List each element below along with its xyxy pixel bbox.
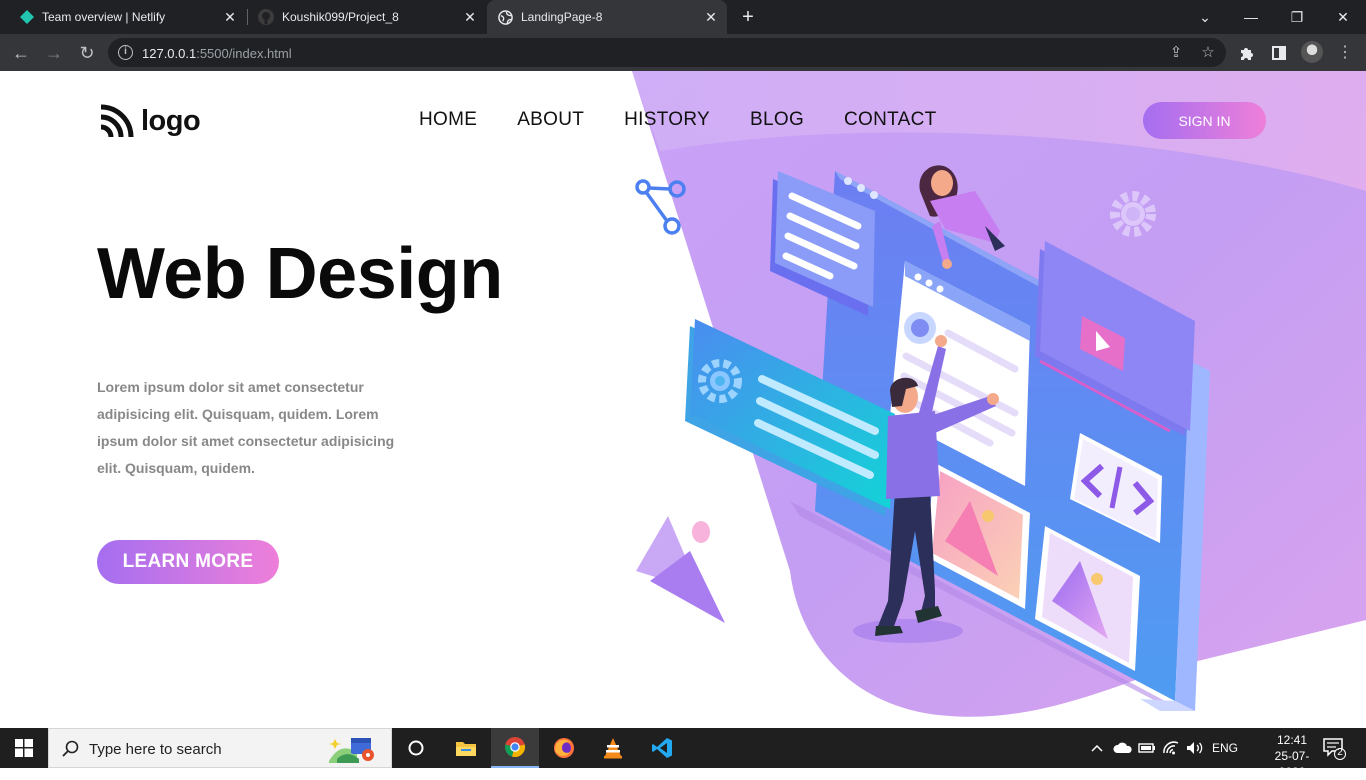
restore-button[interactable]: ❐ [1274, 0, 1320, 34]
back-arrow-icon[interactable]: ← [9, 41, 33, 65]
triangle-decor [636, 516, 725, 623]
input-language-indicator[interactable]: ENG [1212, 728, 1238, 768]
search-icon [62, 740, 79, 757]
task-view-icon[interactable] [392, 728, 440, 768]
tab-github[interactable]: Koushik099/Project_8 ✕ [248, 0, 486, 34]
globe-icon [498, 9, 513, 25]
side-panel-icon[interactable] [1268, 42, 1290, 64]
tab-title: LandingPage-8 [521, 10, 603, 24]
bookmark-star-icon[interactable]: ☆ [1199, 44, 1217, 62]
forward-arrow-icon[interactable]: → [42, 41, 66, 65]
close-icon[interactable]: ✕ [222, 9, 238, 25]
gear-decor [1110, 191, 1156, 237]
firefox-icon[interactable] [540, 728, 588, 768]
show-hidden-icons-chevron-icon[interactable] [1090, 728, 1104, 768]
action-center-button[interactable]: 2 [1322, 736, 1346, 760]
profile-avatar[interactable] [1301, 41, 1323, 63]
tab-title: Koushik099/Project_8 [282, 10, 399, 24]
chrome-icon[interactable] [491, 728, 539, 768]
search-placeholder: Type here to search [89, 741, 222, 758]
onedrive-cloud-icon[interactable] [1113, 728, 1133, 768]
url-text[interactable]: 127.0.0.1:5500/index.html [142, 46, 292, 61]
windows-logo-icon [15, 739, 33, 757]
clock-time: 12:41 [1276, 733, 1308, 747]
windows-start-button[interactable] [0, 728, 48, 768]
tab-title: Team overview | Netlify [42, 10, 166, 24]
new-tab-button[interactable]: + [737, 6, 759, 28]
site-info-icon[interactable]: i [118, 45, 133, 60]
taskbar-clock[interactable]: 12:41 25-07-2022 [1262, 732, 1322, 780]
tab-landingpage[interactable]: LandingPage-8 ✕ [487, 0, 727, 34]
file-explorer-icon[interactable] [442, 728, 490, 768]
minimize-button[interactable]: — [1228, 0, 1274, 34]
netlify-icon [20, 10, 34, 24]
speaker-icon[interactable] [1186, 728, 1204, 768]
browser-tab-strip: Team overview | Netlify ✕ Koushik099/Pro… [0, 0, 1366, 34]
wifi-icon[interactable] [1162, 728, 1180, 768]
extensions-puzzle-icon[interactable] [1236, 42, 1258, 64]
close-window-button[interactable]: ✕ [1320, 0, 1366, 34]
github-icon [258, 9, 274, 25]
windows-taskbar: Type here to search ENG 12:41 25-07-2022… [0, 728, 1366, 779]
notification-count: 2 [1337, 747, 1343, 758]
landing-page: logo HOME ABOUT HISTORY BLOG CONTACT SIG… [0, 71, 1366, 728]
vlc-icon[interactable] [589, 728, 637, 768]
reload-icon[interactable]: ↻ [75, 41, 99, 65]
address-bar[interactable]: i 127.0.0.1:5500/index.html ⇪ ☆ [108, 38, 1226, 67]
share-icon[interactable]: ⇪ [1167, 44, 1185, 62]
taskbar-search-box[interactable]: Type here to search [48, 728, 392, 768]
close-icon[interactable]: ✕ [462, 9, 478, 25]
search-highlight-decor-icon [329, 738, 374, 763]
vscode-icon[interactable] [638, 728, 686, 768]
kebab-menu-icon[interactable]: ⋮ [1334, 42, 1356, 64]
tab-search-chevron-icon[interactable]: ⌄ [1182, 0, 1228, 34]
web-design-illustration [635, 165, 1210, 711]
battery-icon[interactable] [1138, 728, 1156, 768]
clock-date: 25-07-2022 [1274, 749, 1310, 779]
tab-netlify[interactable]: Team overview | Netlify ✕ [8, 0, 246, 34]
browser-toolbar: ← → ↻ i 127.0.0.1:5500/index.html ⇪ ☆ ⋮ [0, 34, 1366, 71]
share-nodes-decor [635, 179, 686, 235]
close-icon[interactable]: ✕ [703, 9, 719, 25]
